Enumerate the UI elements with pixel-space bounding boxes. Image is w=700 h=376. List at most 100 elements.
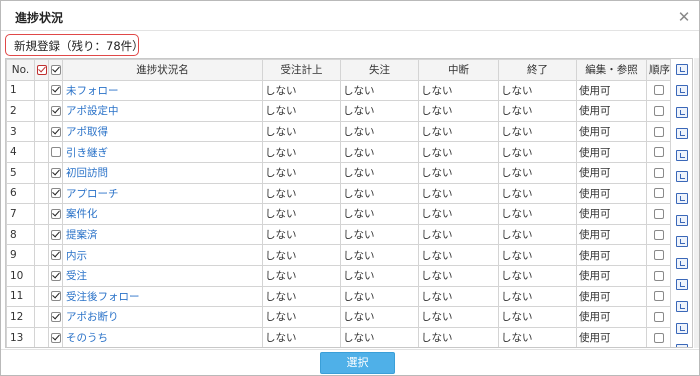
status-name-link[interactable]: 提案済 [62,223,263,246]
row-checkbox[interactable] [48,326,63,347]
vertical-scrollbar[interactable] [694,58,699,348]
edit-icon[interactable] [676,214,688,226]
checkbox-icon[interactable] [51,332,61,343]
checkbox-icon[interactable] [653,311,664,322]
edit-icon[interactable] [676,128,688,140]
edit-icon[interactable] [676,193,688,204]
header-check-red[interactable] [34,59,49,81]
order-checkbox[interactable] [646,285,671,308]
order-checkbox[interactable] [646,264,671,287]
header-check-all[interactable] [48,59,63,81]
status-name-link[interactable]: 案件化 [62,203,263,225]
checkbox-icon[interactable] [51,64,61,75]
order-booking-value: しない [262,264,341,287]
checkbox-icon[interactable] [653,105,664,116]
checkbox-icon[interactable] [653,167,664,178]
status-name-link[interactable]: アプローチ [62,182,263,205]
finished-value: しない [498,264,577,287]
checkbox-icon[interactable] [653,147,664,158]
status-name-link[interactable]: アポ設定中 [62,100,263,122]
row-checkbox[interactable] [48,120,63,143]
checkbox-icon[interactable] [653,208,664,219]
checkbox-icon[interactable] [653,126,664,137]
checkbox-icon[interactable] [51,188,61,199]
status-name-link[interactable]: 初回訪問 [62,161,263,184]
edit-icon[interactable] [676,85,688,96]
table-row: 9 内示 しない しない しない しない 使用可 [6,244,671,266]
row-checkbox[interactable] [48,182,63,205]
edit-icon[interactable] [676,279,688,291]
checkbox-icon[interactable] [653,332,664,343]
edit-icon[interactable] [676,64,688,75]
select-button[interactable]: 選択 [320,352,395,374]
new-registration-button[interactable]: 新規登録（残り：78件） [5,34,144,56]
status-name-link[interactable]: そのうち [62,326,263,347]
table-row: 7 案件化 しない しない しない しない 使用可 [6,203,671,225]
edit-icon[interactable] [676,171,688,183]
order-checkbox[interactable] [646,223,671,246]
status-name-link[interactable]: 未フォロー [62,79,263,102]
checkbox-icon[interactable] [51,126,61,137]
edit-icon[interactable] [676,257,688,269]
checkbox-icon[interactable] [51,311,61,322]
checkbox-icon[interactable] [51,250,61,261]
row-empty-cell [34,79,49,102]
checkbox-icon[interactable] [51,229,61,240]
edit-icon[interactable] [676,301,688,312]
row-checkbox[interactable] [48,244,63,266]
checkbox-icon[interactable] [51,147,61,158]
checkbox-icon[interactable] [653,188,664,199]
checkbox-icon[interactable] [51,105,61,116]
row-checkbox[interactable] [48,223,63,246]
status-name-link[interactable]: 内示 [62,244,263,266]
checkbox-icon[interactable] [37,64,47,75]
order-checkbox[interactable] [646,203,671,225]
status-name-link[interactable]: 受注後フォロー [62,285,263,308]
checkbox-icon[interactable] [51,85,61,96]
row-checkbox[interactable] [48,100,63,122]
order-checkbox[interactable] [646,79,671,102]
status-name-link[interactable]: 受注 [62,264,263,287]
edit-icon[interactable] [676,236,688,248]
dialog-title: 進捗状況 [15,11,64,25]
status-name-link[interactable]: 引き継ぎ [62,141,263,163]
order-checkbox[interactable] [646,120,671,143]
finished-value: しない [498,79,577,102]
order-checkbox[interactable] [646,306,671,328]
order-checkbox[interactable] [646,182,671,205]
status-name-link[interactable]: アポお断り [62,306,263,328]
row-checkbox[interactable] [48,161,63,184]
order-checkbox[interactable] [646,161,671,184]
lost-value: しない [340,100,419,122]
edit-icon[interactable] [676,322,688,334]
edit-icon[interactable] [676,149,688,161]
checkbox-icon[interactable] [51,270,61,281]
order-booking-value: しない [262,79,341,102]
checkbox-icon[interactable] [653,291,664,302]
order-checkbox[interactable] [646,326,671,347]
row-checkbox[interactable] [48,264,63,287]
order-checkbox[interactable] [646,244,671,266]
checkbox-icon[interactable] [653,85,664,96]
row-checkbox[interactable] [48,306,63,328]
checkbox-icon[interactable] [51,291,61,302]
row-checkbox[interactable] [48,79,63,102]
checkbox-icon[interactable] [653,270,664,281]
edit-icon[interactable] [676,106,688,118]
order-checkbox[interactable] [646,100,671,122]
checkbox-icon[interactable] [653,250,664,261]
row-empty-cell [34,203,49,225]
order-checkbox[interactable] [646,141,671,163]
edit-icon[interactable] [676,344,688,347]
row-checkbox[interactable] [48,285,63,308]
suspended-value: しない [418,244,499,266]
edit-view-value: 使用可 [576,120,647,143]
checkbox-icon[interactable] [51,167,61,178]
close-icon[interactable]: ✕ [677,10,691,25]
row-checkbox[interactable] [48,141,63,163]
finished-value: しない [498,203,577,225]
row-checkbox[interactable] [48,203,63,225]
status-name-link[interactable]: アポ取得 [62,120,263,143]
checkbox-icon[interactable] [51,208,61,219]
checkbox-icon[interactable] [653,229,664,240]
